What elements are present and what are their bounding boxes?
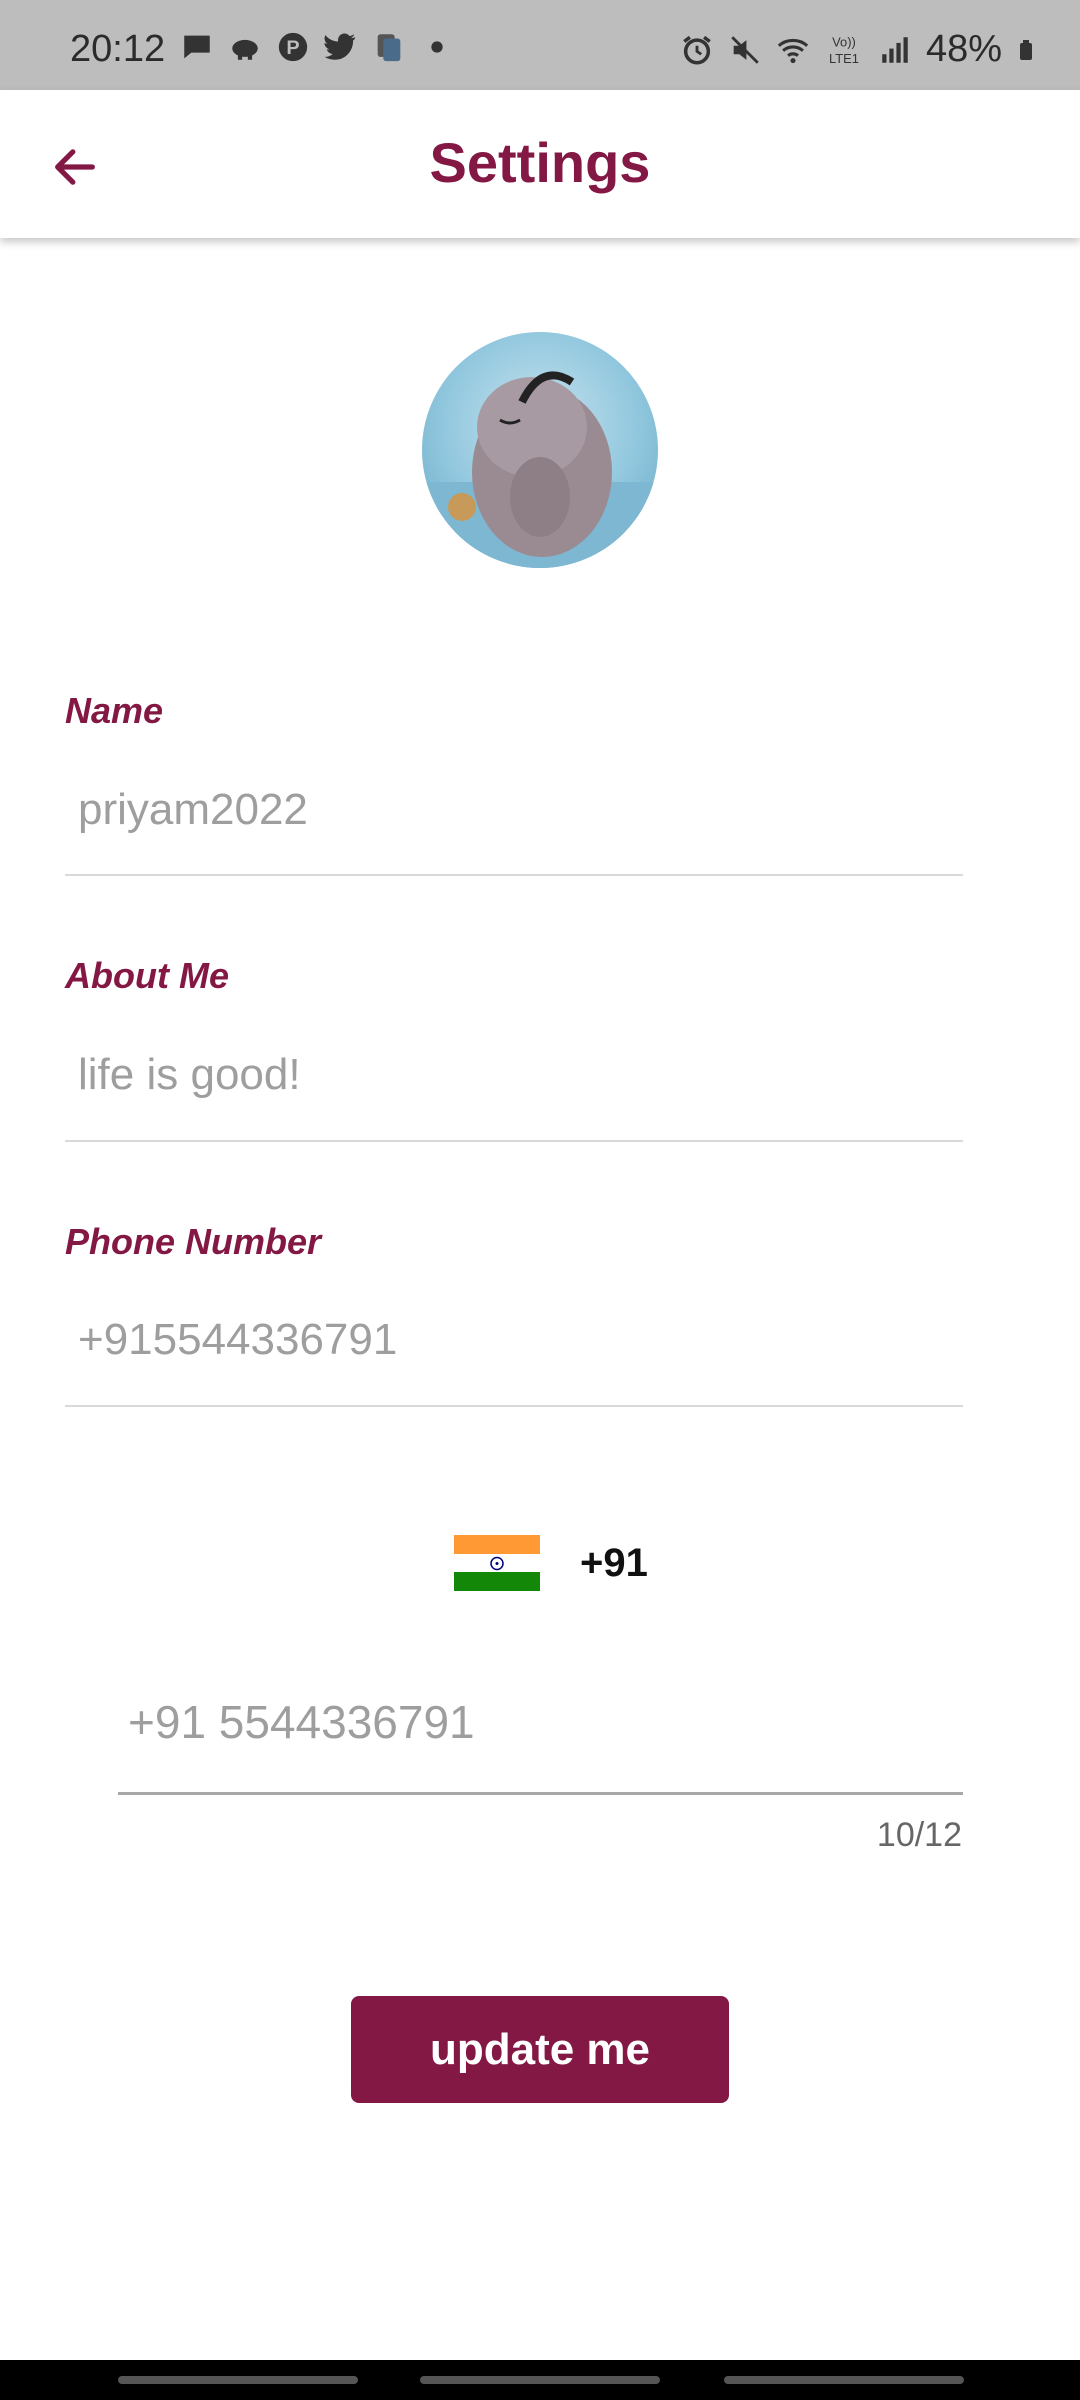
svg-text:LTE1: LTE1 <box>829 50 859 65</box>
notification-icons: P <box>180 30 454 64</box>
name-label: Name <box>65 690 164 731</box>
india-flag-icon <box>454 1535 540 1591</box>
phone-divider <box>65 1405 963 1407</box>
piggy-icon <box>232 39 258 60</box>
chat-icon <box>184 35 210 59</box>
name-input[interactable]: priyam2022 <box>78 785 308 835</box>
phone-number-input[interactable]: +91 5544336791 <box>128 1695 475 1749</box>
name-divider <box>65 874 963 876</box>
svg-text:P: P <box>286 37 299 59</box>
phone-display[interactable]: +915544336791 <box>78 1315 397 1365</box>
dot-icon <box>431 41 443 53</box>
mute-icon <box>731 35 759 64</box>
battery-icon <box>1020 39 1032 60</box>
wifi-icon <box>777 38 809 63</box>
phone-input-underline <box>118 1792 963 1795</box>
page-title: Settings <box>429 131 651 194</box>
svg-text:Vo)): Vo)) <box>832 34 856 49</box>
avatar[interactable] <box>422 332 658 568</box>
profile-photo <box>422 371 658 568</box>
country-picker[interactable]: +91 <box>454 1535 648 1591</box>
alarm-icon <box>683 35 711 65</box>
status-bar: 20:12 P Vo)) LTE1 48% <box>0 0 1080 90</box>
app-bar: Settings <box>0 90 1080 238</box>
about-input[interactable]: life is good! <box>78 1050 301 1100</box>
cards-icon <box>377 34 401 62</box>
phone-label: Phone Number <box>65 1221 322 1262</box>
about-label: About Me <box>65 955 229 996</box>
character-counter: 10/12 <box>876 1816 962 1854</box>
system-icons: Vo)) LTE1 48% <box>680 28 1040 71</box>
signal-icon <box>882 36 908 63</box>
country-code: +91 <box>580 1540 648 1585</box>
nav-home[interactable] <box>420 2376 660 2384</box>
nav-recents[interactable] <box>118 2376 358 2384</box>
status-time: 20:12 <box>70 28 166 70</box>
battery-percent: 48% <box>925 28 1002 70</box>
about-divider <box>65 1140 963 1142</box>
update-button[interactable]: update me <box>351 1996 729 2103</box>
twitter-icon <box>324 33 356 60</box>
volte-icon: Vo))LTE1 <box>829 34 859 65</box>
pinterest-icon: P <box>278 32 308 62</box>
nav-back[interactable] <box>724 2376 964 2384</box>
